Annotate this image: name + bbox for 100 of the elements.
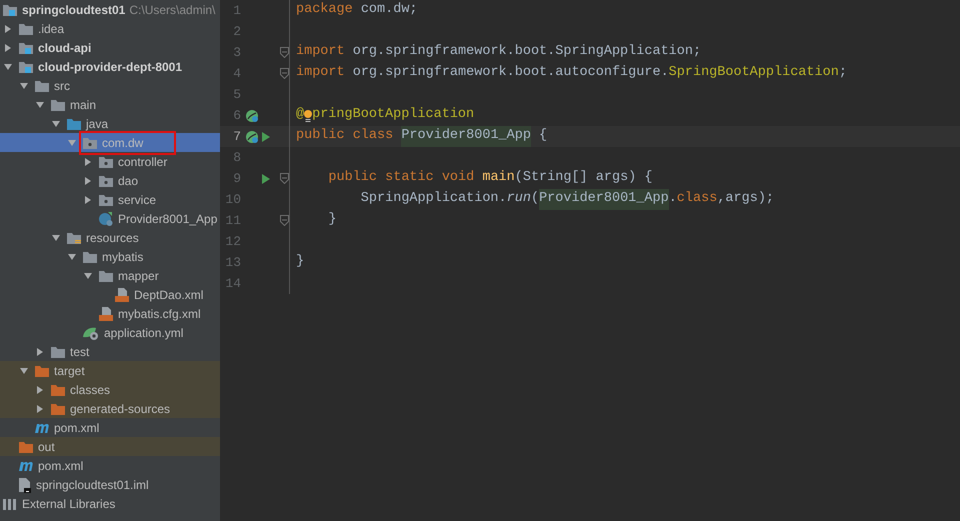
code-line: @ pringBootApplication (296, 106, 474, 124)
collapsed-arrow-icon[interactable] (3, 24, 13, 34)
line-number: 12 (224, 232, 241, 251)
tree-item-label: External Libraries (22, 496, 116, 512)
tree-item-label: com.dw (102, 134, 144, 152)
tree-row[interactable]: main (0, 95, 220, 114)
expanded-arrow-icon[interactable] (35, 100, 45, 110)
expanded-arrow-icon[interactable] (19, 80, 29, 90)
module-icon (2, 2, 18, 16)
folder-icon (34, 78, 50, 92)
collapsed-arrow-icon[interactable] (83, 156, 93, 166)
line-number: 11 (224, 212, 241, 230)
tree-item-label: springcloudtest01 (22, 2, 126, 18)
folder-icon (82, 250, 98, 264)
collapsed-arrow-icon[interactable] (3, 42, 13, 52)
tree-row[interactable]: cloud-api (0, 38, 220, 57)
tree-row[interactable]: resources (0, 228, 220, 247)
folder-icon (50, 344, 66, 358)
tree-row[interactable]: java (0, 114, 220, 133)
tree-item-label: application.yml (104, 324, 184, 342)
tree-row[interactable]: springcloudtest01.iml (0, 475, 220, 494)
collapsed-arrow-icon[interactable] (83, 176, 93, 186)
tree-row[interactable]: out (0, 437, 220, 456)
code-line: package com.dw; (296, 1, 418, 20)
line-number: 4 (232, 64, 241, 83)
tree-item-label: pom.xml (54, 420, 100, 436)
package-icon (98, 154, 114, 168)
tree-row[interactable]: External Libraries (0, 494, 220, 513)
expanded-arrow-icon[interactable] (83, 270, 93, 280)
line-number: 5 (232, 86, 241, 104)
tree-row[interactable]: mybatis.cfg.xml (0, 304, 220, 323)
package-icon (98, 174, 114, 188)
tree-row[interactable]: target (0, 361, 220, 380)
tree-item-label: mybatis.cfg.xml (118, 306, 201, 322)
tree-item-label: controller (118, 154, 168, 170)
lightbulb-icon[interactable] (304, 108, 312, 122)
tree-row[interactable]: test (0, 342, 220, 361)
tree-row[interactable]: pom.xml (0, 418, 220, 437)
xml-file-icon (114, 286, 130, 302)
tree-row[interactable]: controller (0, 152, 220, 171)
expanded-arrow-icon[interactable] (19, 366, 29, 376)
fold-marker-icon[interactable] (280, 68, 288, 79)
tree-row[interactable]: mapper (0, 266, 220, 285)
tree-item-label: classes (70, 382, 110, 398)
tree-item-label: main (70, 96, 96, 114)
code-line: } (296, 253, 304, 272)
tree-item-label: generated-sources (70, 400, 170, 418)
expanded-arrow-icon[interactable] (51, 118, 61, 128)
xml-file-icon (98, 306, 114, 322)
run-icon[interactable] (261, 172, 271, 184)
folder-icon (34, 364, 50, 378)
line-number: 6 (232, 106, 241, 125)
run-icon[interactable] (261, 130, 271, 142)
tree-row[interactable]: DeptDao.xml (0, 285, 220, 304)
tree-row[interactable]: Provider8001_App (0, 209, 220, 228)
tree-row[interactable]: generated-sources (0, 399, 220, 418)
tree-row[interactable]: dao (0, 171, 220, 190)
maven-icon (34, 422, 50, 434)
folder-icon (98, 268, 114, 282)
tree-item-label: DeptDao.xml (134, 286, 204, 304)
tree-row[interactable]: mybatis (0, 247, 220, 266)
tree-item-label: src (54, 78, 70, 94)
fold-marker-icon[interactable] (280, 173, 288, 184)
expanded-arrow-icon[interactable] (67, 252, 77, 262)
file-icon (18, 476, 32, 492)
module-icon (18, 40, 34, 54)
tree-row[interactable]: .idea (0, 19, 220, 38)
resources-folder-icon (66, 230, 82, 244)
folder-icon (18, 440, 34, 454)
folder-icon (50, 382, 66, 396)
expanded-arrow-icon[interactable] (51, 232, 61, 242)
collapsed-arrow-icon[interactable] (35, 404, 45, 414)
tree-item-label: target (54, 362, 85, 380)
code-line: public class Provider8001_App { (296, 126, 548, 147)
tree-row[interactable]: service (0, 190, 220, 209)
tree-item-label: pom.xml (38, 458, 84, 474)
tree-row[interactable]: cloud-provider-dept-8001 (0, 57, 220, 76)
fold-marker-icon[interactable] (280, 47, 288, 58)
tree-row[interactable]: pom.xml (0, 456, 220, 475)
line-number: 3 (232, 44, 241, 62)
tree-item-label: cloud-provider-dept-8001 (38, 58, 182, 76)
spring-bean-icon[interactable] (245, 130, 259, 144)
collapsed-arrow-icon[interactable] (83, 194, 93, 204)
tree-row[interactable]: application.yml (0, 323, 220, 342)
folder-icon (50, 402, 66, 416)
fold-marker-icon[interactable] (280, 215, 288, 226)
line-number: 10 (224, 190, 241, 209)
collapsed-arrow-icon[interactable] (35, 384, 45, 394)
tree-item-label: .idea (38, 20, 64, 38)
line-number: 2 (232, 22, 241, 41)
tree-row[interactable]: classes (0, 380, 220, 399)
collapsed-arrow-icon[interactable] (35, 346, 45, 356)
module-icon (18, 60, 34, 74)
tree-row[interactable]: src (0, 76, 220, 95)
code-line: } (327, 211, 337, 230)
folder-icon (50, 98, 66, 112)
spring-bean-icon[interactable] (245, 108, 259, 122)
code-line: public static void main(String[] args) { (327, 169, 652, 188)
tree-row[interactable]: springcloudtest01 C:\Users\admin\ (0, 0, 220, 19)
expanded-arrow-icon[interactable] (3, 62, 13, 72)
